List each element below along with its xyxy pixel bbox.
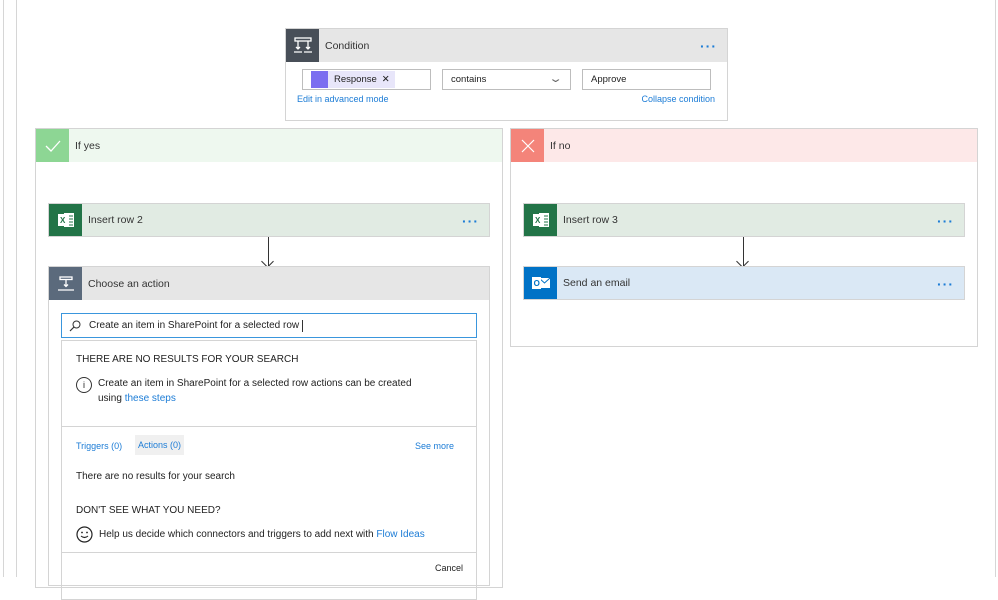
search-value: Create an item in SharePoint for a selec… — [89, 320, 300, 331]
excel-icon: X — [524, 204, 557, 236]
condition-title: Condition — [325, 39, 370, 52]
condition-left-field[interactable]: Response ✕ — [302, 69, 431, 90]
choose-action-card: Choose an action Create an item in Share… — [48, 266, 490, 600]
search-icon — [69, 320, 81, 331]
more-options-button[interactable]: ··· — [700, 38, 717, 54]
response-token: Response ✕ — [311, 71, 395, 88]
choose-action-header[interactable]: Choose an action — [49, 267, 489, 300]
condition-card: Condition ··· Response ✕ contains ⌄ Appr… — [285, 28, 728, 121]
condition-header[interactable]: Condition ··· — [286, 29, 727, 62]
more-options-button[interactable]: ··· — [937, 213, 954, 229]
condition-value-input[interactable]: Approve — [582, 69, 711, 90]
search-results-panel: THERE ARE NO RESULTS FOR YOUR SEARCH i C… — [61, 340, 477, 600]
insert-row-2-card[interactable]: X Insert row 2 ··· — [48, 203, 490, 237]
more-options-button[interactable]: ··· — [937, 276, 954, 292]
token-label: Response — [334, 74, 377, 85]
action-title: Send an email — [563, 277, 631, 289]
check-icon — [36, 129, 69, 162]
condition-icon — [286, 29, 319, 62]
see-more-link[interactable]: See more — [415, 439, 454, 453]
send-email-card[interactable]: O Send an email ··· — [523, 266, 965, 300]
choose-action-title: Choose an action — [88, 277, 170, 290]
if-yes-header: If yes — [36, 129, 502, 162]
action-search-input[interactable]: Create an item in SharePoint for a selec… — [61, 313, 477, 338]
excel-icon: X — [49, 204, 82, 236]
tab-actions[interactable]: Actions (0) — [135, 435, 185, 455]
if-yes-label: If yes — [75, 139, 101, 152]
help-text: Help us decide which connectors and trig… — [99, 529, 374, 540]
info-message: i Create an item in SharePoint for a sel… — [76, 376, 428, 406]
no-results-text: There are no results for your search — [76, 471, 235, 482]
flow-ideas-message: Help us decide which connectors and trig… — [76, 526, 425, 543]
svg-text:O: O — [533, 279, 539, 288]
smiley-icon — [76, 526, 93, 543]
canvas-border — [3, 0, 4, 577]
svg-text:X: X — [60, 216, 66, 225]
svg-text:X: X — [535, 216, 541, 225]
tab-triggers[interactable]: Triggers (0) — [76, 439, 122, 453]
if-no-label: If no — [550, 139, 571, 152]
operator-value: contains — [451, 74, 487, 85]
edit-advanced-mode-link[interactable]: Edit in advanced mode — [297, 94, 389, 104]
if-no-branch: If no — [510, 128, 978, 347]
these-steps-link[interactable]: these steps — [125, 393, 176, 404]
no-results-heading: THERE ARE NO RESULTS FOR YOUR SEARCH — [76, 354, 299, 365]
collapse-condition-link[interactable]: Collapse condition — [641, 94, 715, 104]
value-text: Approve — [591, 74, 627, 85]
chevron-down-icon: ⌄ — [548, 73, 563, 85]
flow-arrow — [743, 237, 744, 266]
remove-token-icon[interactable]: ✕ — [382, 74, 390, 85]
flow-ideas-link[interactable]: Flow Ideas — [376, 529, 424, 540]
dont-see-heading: DON'T SEE WHAT YOU NEED? — [76, 505, 221, 516]
insert-row-3-card[interactable]: X Insert row 3 ··· — [523, 203, 965, 237]
cancel-button[interactable]: Cancel — [435, 563, 463, 573]
flow-arrow — [268, 237, 269, 266]
approval-icon — [311, 71, 328, 88]
action-title: Insert row 3 — [563, 214, 618, 226]
action-title: Insert row 2 — [88, 214, 143, 226]
if-no-header: If no — [511, 129, 977, 162]
operator-select[interactable]: contains ⌄ — [442, 69, 571, 90]
x-icon — [511, 129, 544, 162]
canvas-border — [995, 0, 996, 577]
more-options-button[interactable]: ··· — [462, 213, 479, 229]
choose-action-icon — [49, 267, 82, 300]
canvas-border — [16, 0, 17, 577]
outlook-icon: O — [524, 267, 557, 299]
info-icon: i — [76, 377, 92, 393]
